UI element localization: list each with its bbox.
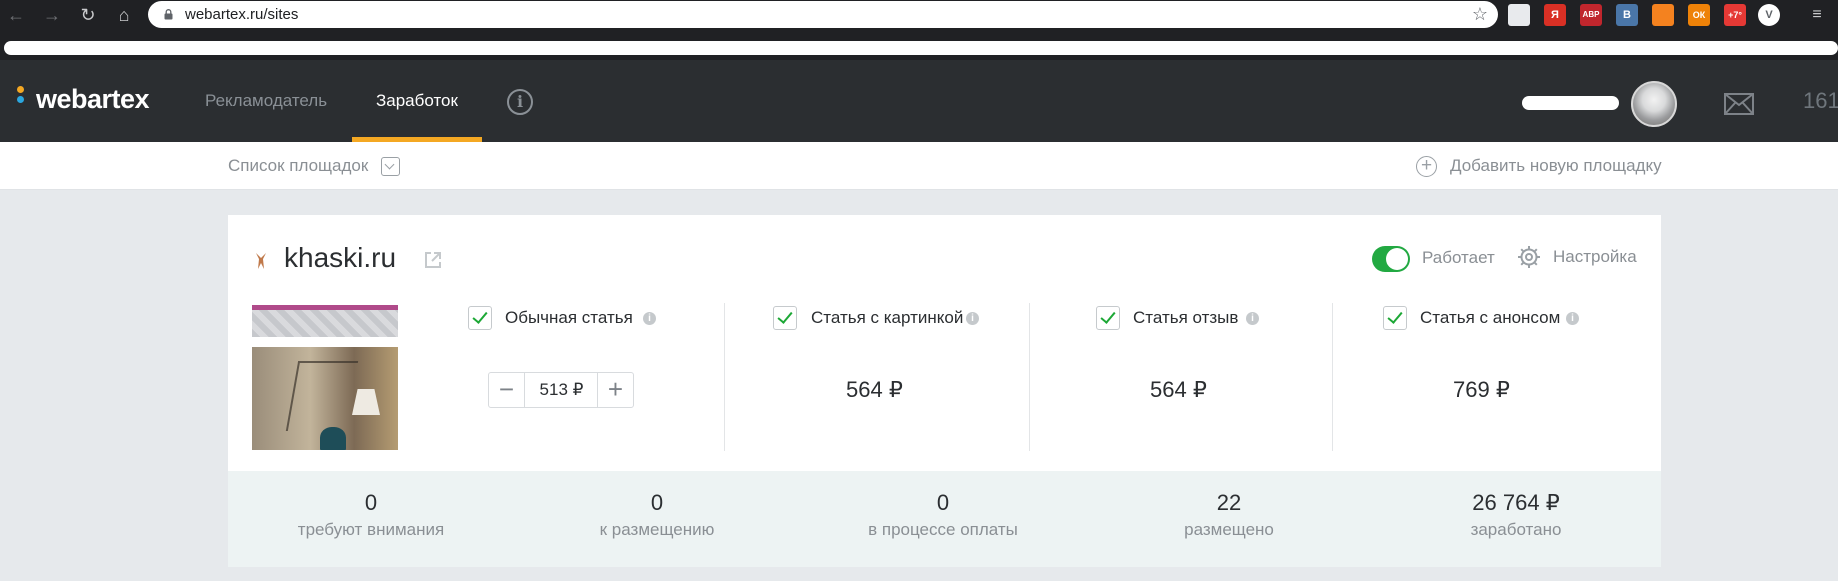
chevron-down-icon[interactable] <box>381 157 400 176</box>
price-stepper: − 513 ₽ + <box>488 372 634 408</box>
stat-label: размещено <box>1184 520 1274 539</box>
external-link-icon[interactable] <box>423 250 443 270</box>
stat-value: 0 <box>936 490 950 515</box>
avatar[interactable] <box>1631 81 1677 127</box>
site-thumbnail[interactable] <box>252 305 398 450</box>
option-announce-article-checkbox[interactable] <box>1383 306 1407 330</box>
adblock-ext-icon[interactable]: ABP <box>1580 4 1602 26</box>
username-redacted[interactable] <box>1522 96 1619 110</box>
column-divider <box>1029 303 1030 451</box>
gear-icon[interactable] <box>1517 245 1541 269</box>
info-hint-icon[interactable]: i <box>1246 312 1259 325</box>
option-image-article-price: 564 ₽ <box>846 377 903 402</box>
stat-label: в процессе оплаты <box>868 520 1018 539</box>
site-header: webartex Рекламодатель Заработок i 161 <box>0 60 1838 142</box>
minus-icon[interactable]: − <box>489 373 525 407</box>
settings-link[interactable]: Настройка <box>1553 247 1637 267</box>
logo-text: webartex <box>36 84 150 114</box>
bookmarks-redacted <box>4 41 1838 55</box>
shield-ext-icon[interactable]: V <box>1758 4 1780 26</box>
stat-value: 22 <box>1216 490 1242 515</box>
stat-label: заработано <box>1470 520 1562 539</box>
site-stats: 0 требуют внимания 0 к размещению 0 в пр… <box>228 471 1661 567</box>
info-hint-icon[interactable]: i <box>643 312 656 325</box>
info-hint-icon[interactable]: i <box>966 312 979 325</box>
stat-to-place[interactable]: 0 к размещению <box>532 489 782 541</box>
weather-ext-icon[interactable]: +7° <box>1724 4 1746 26</box>
bookmark-ext-icon[interactable] <box>1508 4 1530 26</box>
price-input[interactable]: 513 ₽ <box>525 373 598 407</box>
option-review-article-label: Статья отзыв <box>1133 308 1239 327</box>
stat-earned[interactable]: 26 764 ₽ заработано <box>1391 489 1641 541</box>
stat-value: 0 <box>650 490 664 515</box>
sites-toolbar: Список площадок + Добавить новую площадк… <box>0 142 1838 190</box>
stat-value: 0 <box>364 490 378 515</box>
address-bar[interactable]: webartex.ru/sites ☆ <box>148 1 1498 28</box>
column-divider <box>1332 303 1333 451</box>
stat-value: 26 764 ₽ <box>1472 490 1560 515</box>
stat-placed[interactable]: 22 размещено <box>1104 489 1354 541</box>
bookmark-star-icon[interactable]: ☆ <box>1472 4 1488 25</box>
info-icon[interactable]: i <box>507 89 533 115</box>
bookmarks-bar <box>0 30 1838 60</box>
plus-circle-icon: + <box>1416 156 1437 177</box>
option-announce-article-price: 769 ₽ <box>1453 377 1510 402</box>
site-status-toggle[interactable] <box>1372 246 1410 272</box>
stat-label: к размещению <box>599 520 715 539</box>
stat-label: требуют внимания <box>297 520 445 539</box>
option-review-article-checkbox[interactable] <box>1096 306 1120 330</box>
lock-icon <box>164 9 173 20</box>
ok-ext-icon[interactable]: ОК <box>1688 4 1710 26</box>
logo-dots-icon <box>17 86 25 110</box>
toggle-knob <box>1386 248 1408 270</box>
site-card: khaski.ru Работает Настройка Обычная ста… <box>228 215 1661 471</box>
menu-list-icon[interactable]: ≡ <box>1806 4 1828 26</box>
reload-icon[interactable]: ↻ <box>76 3 100 27</box>
add-site-label: Добавить новую площадку <box>1450 156 1662 175</box>
nav-advertiser[interactable]: Рекламодатель <box>205 60 327 142</box>
rss-ext-icon[interactable] <box>1652 4 1674 26</box>
home-icon[interactable]: ⌂ <box>112 3 136 27</box>
back-icon[interactable]: ← <box>4 3 28 27</box>
stat-payment[interactable]: 0 в процессе оплаты <box>818 489 1068 541</box>
option-image-article-checkbox[interactable] <box>773 306 797 330</box>
url-text: webartex.ru/sites <box>185 6 299 23</box>
option-regular-article-label: Обычная статья <box>505 308 633 327</box>
option-announce-article-label: Статья с анонсом <box>1420 308 1561 327</box>
option-regular-article-checkbox[interactable] <box>468 306 492 330</box>
yandex-ext-icon[interactable]: Я <box>1544 4 1566 26</box>
option-image-article-label: Статья с картинкой <box>811 308 964 327</box>
site-name[interactable]: khaski.ru <box>284 242 396 274</box>
sites-list-dropdown-label[interactable]: Список площадок <box>228 156 368 176</box>
mail-icon[interactable] <box>1724 93 1754 115</box>
site-favicon-icon <box>256 253 266 269</box>
site-status-label: Работает <box>1422 248 1495 267</box>
nav-earnings[interactable]: Заработок <box>376 60 458 142</box>
info-hint-icon[interactable]: i <box>1566 312 1579 325</box>
vk-ext-icon[interactable]: B <box>1616 4 1638 26</box>
browser-toolbar: ← → ↻ ⌂ webartex.ru/sites ☆ Я ABP B ОК +… <box>0 0 1838 30</box>
column-divider <box>724 303 725 451</box>
option-review-article-price: 564 ₽ <box>1150 377 1207 402</box>
forward-icon[interactable]: → <box>40 3 64 27</box>
plus-icon[interactable]: + <box>597 373 633 407</box>
stat-attention[interactable]: 0 требуют внимания <box>246 489 496 541</box>
balance-value[interactable]: 161 <box>1803 60 1838 142</box>
